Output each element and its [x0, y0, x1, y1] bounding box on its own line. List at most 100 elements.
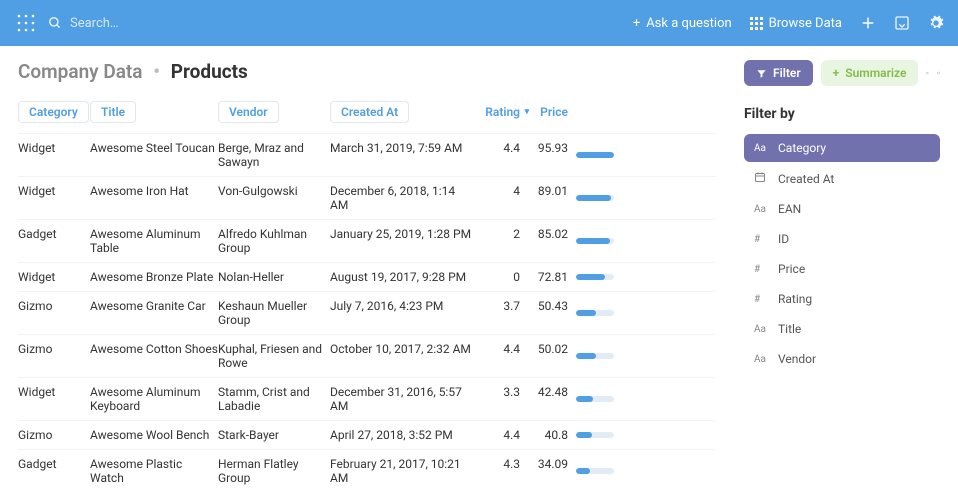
browse-data-link[interactable]: Browse Data: [750, 16, 842, 31]
filter-item-icon: Aa: [754, 324, 768, 335]
filter-item-id[interactable]: #ID: [744, 225, 940, 253]
cell-category: Gizmo: [18, 342, 90, 370]
table-row[interactable]: GadgetAwesome Plastic WatchHerman Flatle…: [18, 449, 716, 490]
col-category[interactable]: Category: [18, 101, 90, 123]
filter-item-label: Category: [778, 141, 826, 155]
filter-item-icon: Aa: [754, 354, 768, 365]
cell-category: Widget: [18, 270, 90, 284]
cell-bar: [568, 184, 618, 212]
summarize-button[interactable]: + Summarize: [821, 60, 919, 86]
col-created[interactable]: Created At: [330, 101, 475, 123]
cell-price: 89.01: [520, 184, 568, 212]
col-rating[interactable]: Rating: [475, 101, 520, 123]
table-row[interactable]: WidgetAwesome Iron HatVon-GulgowskiDecem…: [18, 176, 716, 219]
cell-created: January 25, 2019, 1:28 PM: [330, 227, 475, 255]
filter-icon: [756, 68, 767, 79]
cell-rating: 4.4: [475, 428, 520, 442]
cell-vendor: Nolan-Heller: [218, 270, 330, 284]
ask-question-label: Ask a question: [646, 16, 731, 31]
cell-created: April 27, 2018, 3:52 PM: [330, 428, 475, 442]
cell-price: 42.48: [520, 385, 568, 413]
table-row[interactable]: GadgetAwesome Aluminum TableAlfredo Kuhl…: [18, 219, 716, 262]
cell-vendor: Alfredo Kuhlman Group: [218, 227, 330, 255]
cell-category: Gadget: [18, 457, 90, 485]
cell-rating: 3.7: [475, 299, 520, 327]
cell-category: Widget: [18, 385, 90, 413]
cell-vendor: Herman Flatley Group: [218, 457, 330, 485]
cell-bar: [568, 342, 618, 370]
filter-item-ean[interactable]: Aa EAN: [744, 195, 940, 223]
grid-icon: [750, 17, 763, 30]
breadcrumb-parent[interactable]: Company Data: [18, 60, 143, 83]
filter-item-created-at[interactable]: Created At: [744, 164, 940, 193]
cell-title: Awesome Aluminum Keyboard: [90, 385, 218, 413]
chevron-down-icon: ▾: [525, 107, 530, 117]
plus-icon: +: [633, 16, 640, 31]
refresh-icon[interactable]: [937, 66, 940, 80]
cell-vendor: Berge, Mraz and Sawayn: [218, 141, 330, 169]
cell-rating: 2: [475, 227, 520, 255]
cell-title: Awesome Iron Hat: [90, 184, 218, 212]
search-icon: [48, 16, 62, 30]
list-view-icon[interactable]: [926, 66, 929, 80]
ask-question-link[interactable]: + Ask a question: [633, 16, 732, 31]
cell-rating: 0: [475, 270, 520, 284]
cell-rating: 4.4: [475, 342, 520, 370]
filter-by-title: Filter by: [744, 106, 940, 122]
content: Company Data • Products Category Title V…: [0, 46, 958, 500]
cell-price: 34.09: [520, 457, 568, 485]
search-wrap: [48, 16, 633, 31]
cell-created: July 7, 2016, 4:23 PM: [330, 299, 475, 327]
cell-title: Awesome Granite Car: [90, 299, 218, 327]
table-row[interactable]: GizmoAwesome Wool BenchStark-BayerApril …: [18, 420, 716, 449]
cell-rating: 4.3: [475, 457, 520, 485]
cell-rating: 4.4: [475, 141, 520, 169]
plus-icon: +: [833, 66, 840, 80]
cell-rating: 4: [475, 184, 520, 212]
cell-vendor: Von-Gulgowski: [218, 184, 330, 212]
filter-item-label: EAN: [778, 202, 801, 216]
filter-item-rating[interactable]: #Rating: [744, 285, 940, 313]
filter-item-category[interactable]: AaCategory: [744, 134, 940, 162]
col-title[interactable]: Title: [90, 101, 218, 123]
filter-item-title[interactable]: Aa Title: [744, 315, 940, 343]
cell-bar: [568, 299, 618, 327]
cell-title: Awesome Bronze Plate: [90, 270, 218, 284]
filter-item-label: Vendor: [778, 352, 816, 366]
add-icon[interactable]: [860, 15, 876, 31]
cell-vendor: Kuphal, Friesen and Rowe: [218, 342, 330, 370]
gear-icon[interactable]: [928, 15, 944, 31]
cell-price: 95.93: [520, 141, 568, 169]
filter-item-icon: [754, 171, 768, 186]
topbar: + Ask a question Browse Data: [0, 0, 958, 46]
table-row[interactable]: GizmoAwesome Granite CarKeshaun Mueller …: [18, 291, 716, 334]
cell-bar: [568, 457, 618, 485]
table-header: Category Title Vendor Created At Rating …: [18, 97, 716, 133]
filter-button[interactable]: Filter: [744, 60, 813, 86]
topbar-actions: + Ask a question Browse Data: [633, 15, 944, 31]
cell-vendor: Keshaun Mueller Group: [218, 299, 330, 327]
filter-item-label: Title: [778, 322, 801, 336]
archive-icon[interactable]: [894, 15, 910, 31]
cell-category: Widget: [18, 141, 90, 169]
col-vendor[interactable]: Vendor: [218, 101, 330, 123]
col-price[interactable]: ▾ Price: [520, 101, 568, 123]
filter-item-icon: Aa: [754, 204, 768, 215]
table-row[interactable]: GizmoAwesome Cotton ShoesKuphal, Friesen…: [18, 334, 716, 377]
app-logo[interactable]: [14, 11, 38, 35]
data-table: Category Title Vendor Created At Rating …: [18, 97, 716, 490]
table-row[interactable]: WidgetAwesome Aluminum KeyboardStamm, Cr…: [18, 377, 716, 420]
cell-price: 40.8: [520, 428, 568, 442]
table-row[interactable]: WidgetAwesome Steel ToucanBerge, Mraz an…: [18, 133, 716, 176]
filter-item-price[interactable]: #Price: [744, 255, 940, 283]
filter-by-list: AaCategoryCreated AtAaEAN#ID#Price#Ratin…: [744, 134, 940, 373]
table-body: WidgetAwesome Steel ToucanBerge, Mraz an…: [18, 133, 716, 490]
search-input[interactable]: [70, 16, 370, 31]
table-row[interactable]: WidgetAwesome Bronze PlateNolan-HellerAu…: [18, 262, 716, 291]
filter-item-vendor[interactable]: Aa Vendor: [744, 345, 940, 373]
cell-vendor: Stamm, Crist and Labadie: [218, 385, 330, 413]
cell-bar: [568, 428, 618, 442]
cell-price: 85.02: [520, 227, 568, 255]
browse-data-label: Browse Data: [769, 16, 842, 31]
cell-category: Gizmo: [18, 428, 90, 442]
